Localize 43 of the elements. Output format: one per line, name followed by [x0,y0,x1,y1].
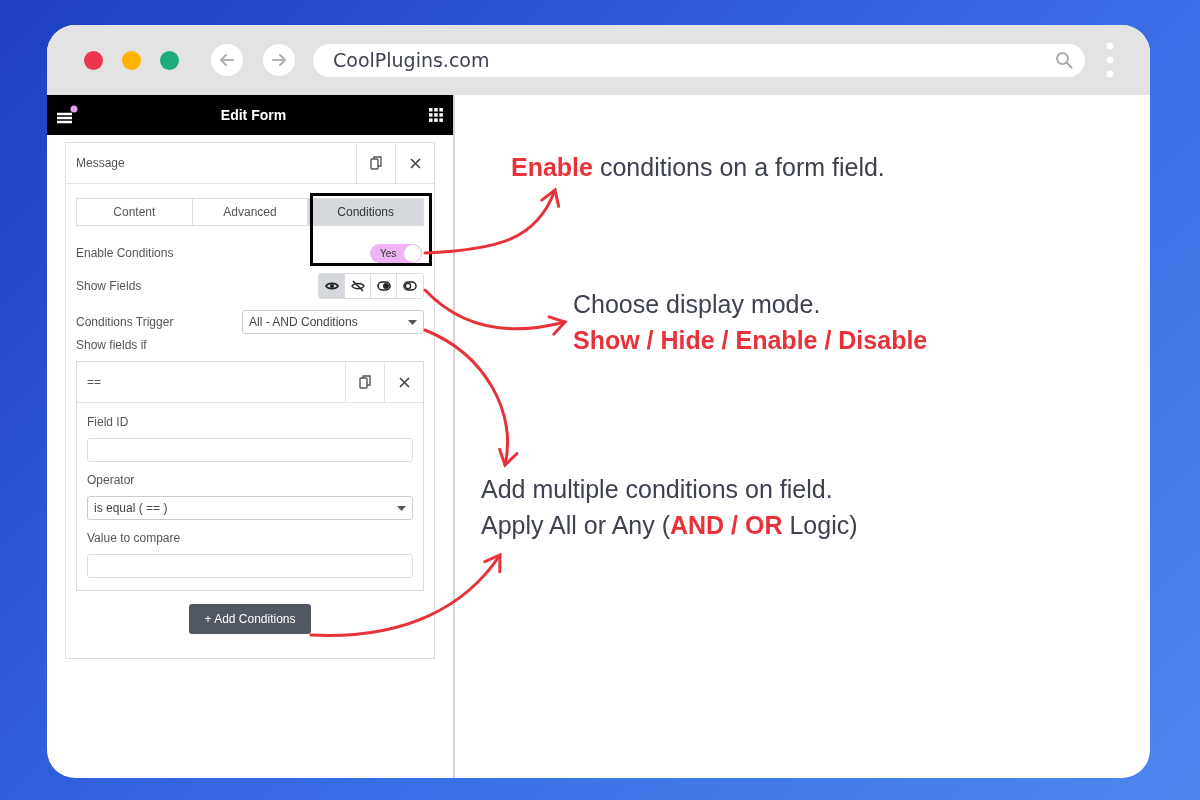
caret-icon [397,505,406,511]
field-label: Operator [87,473,136,487]
copy-icon [370,156,382,170]
forward-button[interactable] [263,44,295,76]
copy-icon [359,375,371,389]
field-label: Field ID [87,415,130,429]
input-field[interactable] [87,438,413,462]
address-bar[interactable]: CoolPlugins.com [313,43,1085,77]
back-button[interactable] [211,44,243,76]
menu-icon[interactable] [56,105,78,125]
tab[interactable]: Conditions [308,199,423,225]
field-label: Enable Conditions [76,246,174,260]
annotation-text: Add multiple conditions on field. [481,474,834,505]
field-title: Message [75,156,126,170]
minimize-window-dot[interactable] [122,50,141,70]
toggle-switch[interactable]: Yes [370,243,422,263]
annotation-text: Enable conditions on a form field. [511,152,886,183]
condition-title: == [86,375,102,389]
field-label: Conditions Trigger [76,315,174,329]
grid-icon[interactable] [429,108,443,122]
operator-dropdown[interactable]: is equal ( == ) [87,496,413,520]
section-label: Show fields if [76,338,148,352]
panel-title: Edit Form [220,107,287,123]
add-conditions-button[interactable]: + Add Conditions [189,604,311,634]
show-mode-button[interactable] [319,274,345,298]
field-label: Value to compare [87,531,182,545]
input-field[interactable] [87,554,413,578]
caret-icon [408,319,417,325]
toggle-off-icon [403,281,417,291]
eye-slash-icon [350,280,365,292]
maximize-window-dot[interactable] [160,50,179,70]
annotation-text: Choose display mode. [573,289,822,320]
close-icon [398,376,410,388]
annotation-highlight: Show / Hide / Enable / Disable [573,325,929,356]
toggle-on-icon [376,281,391,291]
field-label: Show Fields [76,279,142,293]
close-icon [409,157,421,169]
eye-icon [324,281,339,291]
search-icon[interactable] [1055,51,1073,69]
url-text: CoolPlugins.com [333,49,490,71]
annotation-text: Apply All or Any (AND / OR Logic) [481,510,859,541]
close-window-dot[interactable] [84,50,103,70]
trigger-dropdown[interactable]: All - AND Conditions [242,310,424,334]
